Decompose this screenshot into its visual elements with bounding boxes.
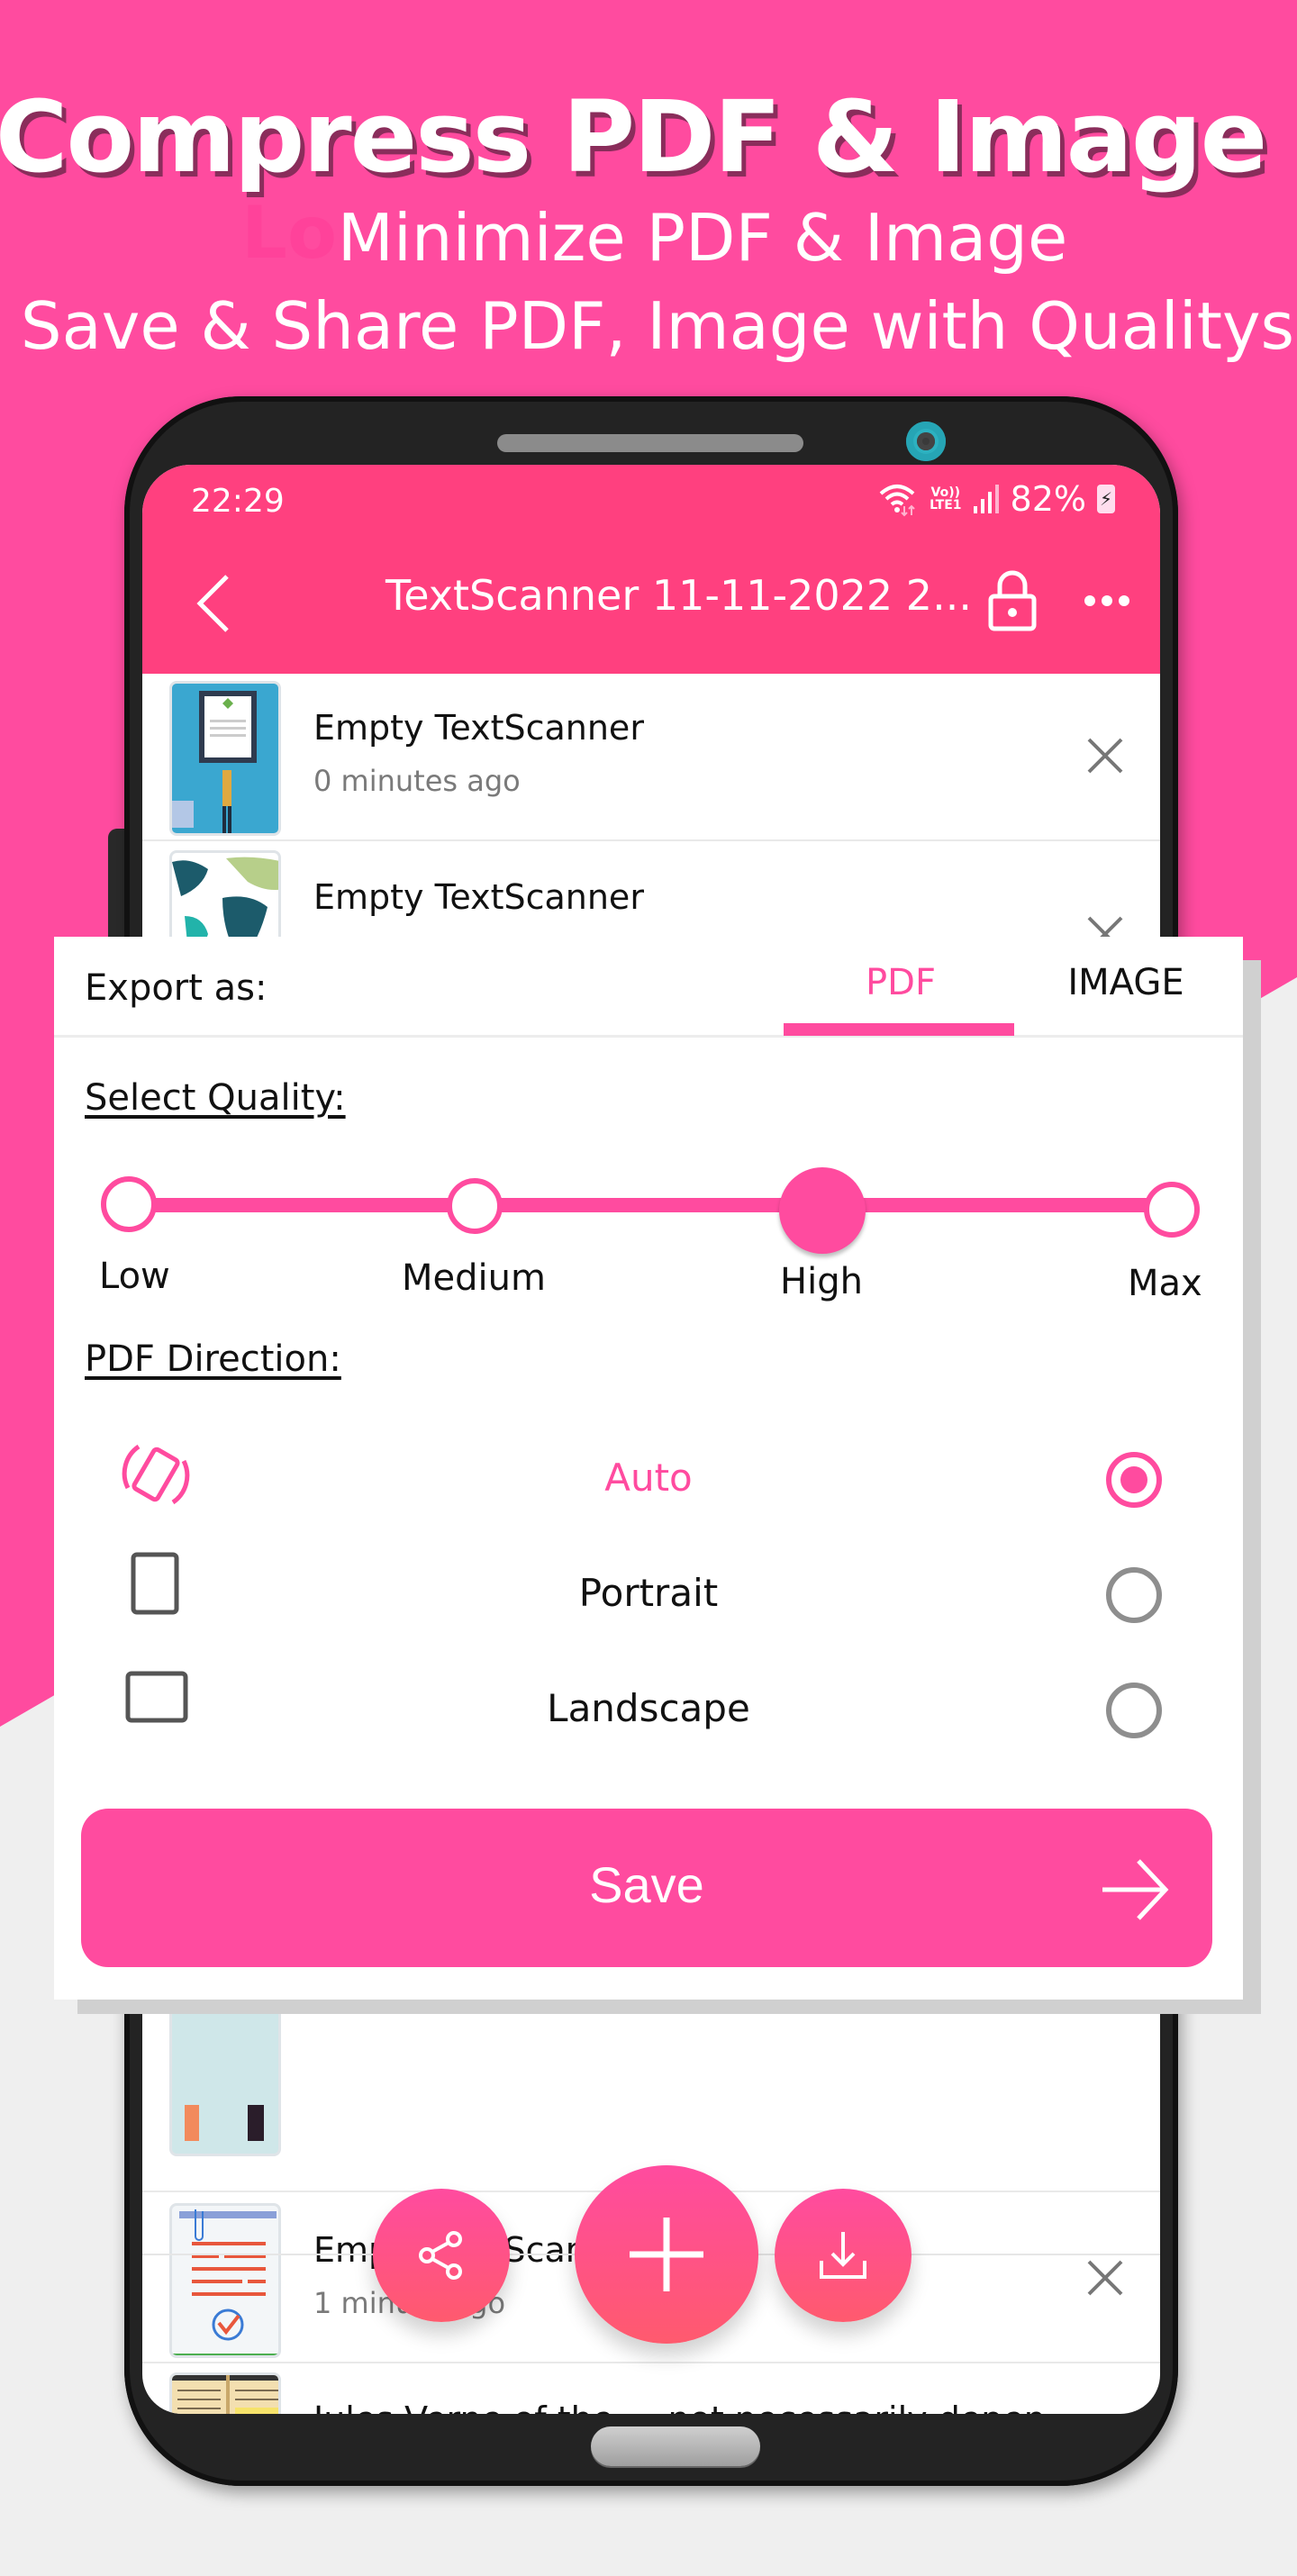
list-item[interactable]: Jules Verne of the ... not necessarily d… <box>142 2365 1160 2414</box>
share-icon <box>419 2231 462 2280</box>
item-title: Empty TextScanner <box>313 708 644 748</box>
quality-track[interactable] <box>128 1198 1173 1212</box>
direction-label-landscape: Landscape <box>547 1686 750 1730</box>
close-icon[interactable] <box>1086 737 1124 775</box>
volte-icon: Vo)) LTE1 <box>930 486 961 512</box>
direction-option-landscape[interactable]: Landscape <box>54 1654 1243 1762</box>
download-icon <box>820 2232 866 2279</box>
signal-icon <box>973 485 999 513</box>
list-item[interactable]: Empty TextScanner 0 minutes ago <box>142 674 1160 841</box>
save-label: Save <box>589 1856 704 1913</box>
promo-subline-2: Save & Share PDF, Image with Qualitys <box>20 288 1295 364</box>
open-book-thumb <box>169 2372 281 2414</box>
radio-auto[interactable] <box>1106 1452 1162 1508</box>
direction-label-auto: Auto <box>604 1456 693 1500</box>
close-icon[interactable] <box>1086 2259 1124 2297</box>
quality-label-high: High <box>780 1261 863 1302</box>
phone-speaker <box>497 434 803 452</box>
quality-label-max: Max <box>1128 1263 1202 1304</box>
item-title: Jules Verne of the ... not necessarily d… <box>313 2399 1088 2414</box>
phone-camera <box>906 422 946 461</box>
save-button[interactable]: Save <box>81 1809 1212 1967</box>
more-icon[interactable] <box>1083 587 1131 614</box>
quality-stop-medium[interactable] <box>447 1178 503 1234</box>
select-quality-label: Select Quality: <box>85 1077 346 1119</box>
status-icons: Vo)) LTE1 82% ⚡ <box>877 479 1115 519</box>
app-bar: 22:29 Vo)) LTE1 82% ⚡ TextScanner 11-11-… <box>142 465 1160 674</box>
checklist-thumb <box>169 2203 281 2358</box>
battery-percent: 82% <box>1010 479 1086 519</box>
quality-label-low: Low <box>99 1256 170 1297</box>
battery-charging-icon: ⚡ <box>1097 485 1115 513</box>
tab-image[interactable]: IMAGE <box>1018 962 1234 1003</box>
arrow-right-icon <box>1102 1859 1169 1920</box>
radio-portrait[interactable] <box>1106 1567 1162 1623</box>
export-header: Export as: PDF IMAGE <box>54 937 1243 1038</box>
export-as-label: Export as: <box>85 967 268 1009</box>
wifi-icon <box>879 485 915 517</box>
home-button <box>591 2426 760 2466</box>
volte-bottom-text: LTE1 <box>930 498 962 512</box>
quality-stop-low[interactable] <box>101 1176 157 1232</box>
item-title: Empty TextScanner <box>313 877 644 917</box>
add-button[interactable] <box>575 2165 758 2344</box>
quality-label-medium: Medium <box>402 1257 546 1299</box>
direction-option-portrait[interactable]: Portrait <box>54 1538 1243 1646</box>
promo-headline: Compress PDF & Image <box>0 79 1267 195</box>
pdf-direction-label: PDF Direction: <box>85 1338 341 1380</box>
quality-stop-high[interactable] <box>779 1167 866 1254</box>
plus-icon <box>630 2218 703 2291</box>
download-button[interactable] <box>775 2189 912 2322</box>
radio-landscape[interactable] <box>1106 1683 1162 1738</box>
toolbar-title: TextScanner 11-11-2022 2... <box>385 571 972 620</box>
direction-option-auto[interactable]: Auto <box>54 1423 1243 1531</box>
tablet-reader-thumb <box>169 681 281 836</box>
quality-stop-max[interactable] <box>1144 1182 1200 1238</box>
item-timestamp: 0 minutes ago <box>313 764 521 798</box>
volte-top-text: Vo)) <box>930 485 961 500</box>
tab-pdf[interactable]: PDF <box>784 962 1018 1003</box>
tab-selected-indicator <box>784 1023 1014 1036</box>
promo-subline-1: Minimize PDF & Image <box>337 200 1068 276</box>
lock-icon[interactable] <box>987 569 1038 632</box>
direction-label-portrait: Portrait <box>578 1571 719 1615</box>
export-dialog: Export as: PDF IMAGE Select Quality: Low… <box>54 937 1243 2000</box>
status-time: 22:29 <box>191 483 285 520</box>
share-button[interactable] <box>373 2189 510 2322</box>
back-icon[interactable] <box>187 571 241 634</box>
